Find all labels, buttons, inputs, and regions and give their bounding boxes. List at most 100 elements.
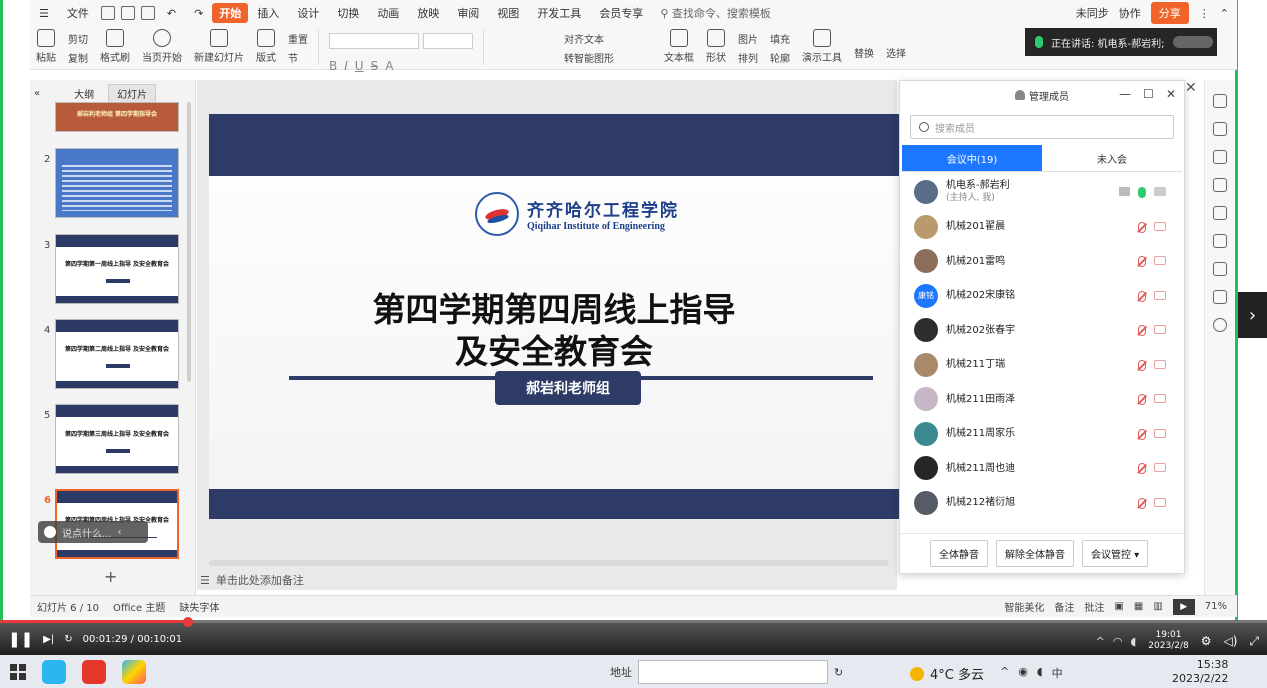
pin-icon[interactable]	[1212, 94, 1227, 108]
textbox-button[interactable]: 文本框	[658, 29, 700, 64]
collapse-panel-icon[interactable]: «	[34, 88, 40, 99]
bold-button[interactable]: B	[329, 59, 337, 73]
tab-animation[interactable]: 动画	[368, 5, 408, 21]
panel-scrollbar[interactable]	[187, 102, 191, 382]
sync-status[interactable]: 未同步	[1076, 5, 1109, 21]
camera-off-icon[interactable]	[1154, 394, 1166, 403]
location-icon[interactable]	[1212, 234, 1227, 248]
member-row[interactable]: 机械211周也迪	[900, 451, 1184, 486]
pause-icon[interactable]: ❚❚	[8, 630, 33, 648]
mic-muted-icon[interactable]	[1138, 359, 1146, 371]
camera-off-icon[interactable]	[1154, 463, 1166, 472]
camera-off-icon[interactable]	[1154, 256, 1166, 265]
tab-member[interactable]: 会员专享	[590, 5, 652, 21]
tab-view[interactable]: 视图	[488, 5, 528, 21]
minimize-icon[interactable]: —	[1119, 87, 1131, 101]
zoom-level[interactable]: 71%	[1205, 601, 1227, 612]
normal-view-icon[interactable]: ▣	[1114, 601, 1123, 612]
member-row[interactable]: 机电系-郝岩利 (主持人, 我)	[900, 175, 1184, 210]
unmute-all-button[interactable]: 解除全体静音	[996, 540, 1074, 567]
tab-in-meeting[interactable]: 会议中(19)	[902, 145, 1042, 172]
sorter-view-icon[interactable]: ▦	[1134, 601, 1143, 612]
mic-muted-icon[interactable]	[1138, 290, 1146, 302]
member-row[interactable]: 机械211周家乐	[900, 417, 1184, 452]
copy-button[interactable]: 复制	[68, 50, 88, 65]
current-slide[interactable]: 齐齐哈尔工程学院 Qiqihar Institute of Engineerin…	[209, 114, 899, 519]
volume-icon[interactable]: ◁)	[1223, 634, 1237, 648]
missing-font[interactable]: 缺失字体	[172, 599, 226, 614]
tab-home[interactable]: 开始	[212, 3, 249, 23]
format-painter-button[interactable]: 格式刷	[94, 29, 136, 64]
member-row[interactable]: 康铭 机械202宋康铭	[900, 279, 1184, 314]
horizontal-scrollbar[interactable]	[209, 560, 889, 566]
add-slide-button[interactable]: +	[104, 567, 117, 586]
mic-muted-icon[interactable]	[1138, 256, 1146, 267]
maximize-icon[interactable]: ☐	[1143, 87, 1154, 101]
paste-button[interactable]: 粘贴	[30, 29, 62, 64]
outline-button[interactable]: 轮廓	[770, 50, 790, 65]
share-button[interactable]: 分享	[1150, 2, 1189, 24]
fullscreen-icon[interactable]: ⤢	[1249, 634, 1259, 649]
camera-off-icon[interactable]	[1154, 497, 1166, 507]
theme-name[interactable]: Office 主题	[106, 599, 172, 614]
caret-up-icon[interactable]: ^	[1000, 665, 1009, 681]
file-menu[interactable]: 文件	[58, 5, 98, 21]
camera-off-icon[interactable]	[1154, 325, 1166, 334]
chevron-left-icon[interactable]: ‹	[118, 527, 122, 538]
chat-input[interactable]: 说点什么... ‹	[38, 521, 148, 543]
member-row[interactable]: 机械201翟晨	[900, 210, 1184, 245]
arrange-button[interactable]: 排列	[738, 50, 758, 65]
member-row[interactable]: 机械211丁瑞	[900, 348, 1184, 383]
input-method-icon[interactable]: 中	[1052, 665, 1063, 681]
select-button[interactable]: 选择	[886, 45, 906, 60]
reset-button[interactable]: 重置	[288, 31, 308, 46]
tab-review[interactable]: 审阅	[448, 5, 488, 21]
next-icon[interactable]: ▶|	[43, 634, 54, 645]
cube-icon[interactable]	[1212, 290, 1227, 304]
collab-button[interactable]: 协作	[1119, 5, 1141, 21]
tab-outline[interactable]: 大纲	[66, 85, 102, 102]
close-pane-icon[interactable]: ✕	[1185, 80, 1197, 96]
member-row[interactable]: 机械201雷鸣	[900, 244, 1184, 279]
fill-button[interactable]: 填充	[770, 31, 790, 46]
mic-muted-icon[interactable]	[1138, 325, 1146, 336]
next-page-arrow[interactable]: ›	[1238, 292, 1267, 338]
browser-icon[interactable]	[122, 659, 146, 684]
meeting-control-button[interactable]: 会议管控 ▾	[1082, 540, 1149, 567]
mic-muted-icon[interactable]	[1138, 394, 1146, 405]
font-name-select[interactable]	[329, 33, 419, 49]
refresh-icon[interactable]: ↻	[834, 666, 843, 679]
print-icon[interactable]	[120, 6, 135, 20]
preview-icon[interactable]	[140, 6, 155, 20]
member-row[interactable]: 机械202张春宇	[900, 313, 1184, 348]
new-slide-button[interactable]: 新建幻灯片	[188, 29, 250, 64]
mic-muted-icon[interactable]	[1138, 428, 1146, 440]
tab-developer[interactable]: 开发工具	[528, 5, 590, 21]
picture-button[interactable]: 图片	[738, 31, 758, 46]
section-button[interactable]: 节	[288, 50, 308, 65]
tab-insert[interactable]: 插入	[248, 5, 288, 21]
animation-icon[interactable]	[1212, 150, 1227, 164]
camera-off-icon[interactable]	[1154, 359, 1166, 369]
progress-handle[interactable]	[182, 617, 193, 627]
save-icon[interactable]	[100, 6, 115, 20]
layout-button[interactable]: 版式	[250, 29, 282, 64]
mic-on-icon[interactable]	[1138, 187, 1146, 198]
camera-off-icon[interactable]	[1154, 290, 1166, 300]
loop-icon[interactable]: ↻	[64, 634, 72, 645]
collapse-ribbon-icon[interactable]: ⌃	[1220, 7, 1229, 20]
font-color-button[interactable]: A	[385, 59, 393, 73]
command-search[interactable]: ⚲ 查找命令、搜索模板	[652, 5, 779, 21]
member-search-input[interactable]: 搜索成员	[910, 115, 1174, 139]
redo-icon[interactable]: ↷	[185, 7, 212, 20]
tab-slideshow[interactable]: 放映	[408, 5, 448, 21]
system-clock[interactable]: 15:38 2023/2/22	[1172, 658, 1228, 686]
transition-icon[interactable]	[1212, 178, 1227, 192]
tab-not-joined[interactable]: 未入会	[1042, 145, 1182, 172]
address-input[interactable]	[638, 660, 828, 684]
presenter-tools-button[interactable]: 演示工具	[796, 29, 848, 64]
notes-area[interactable]: ☰ 单击此处添加备注	[200, 572, 304, 588]
more-icon[interactable]: ⋮	[1199, 7, 1210, 20]
align-text-button[interactable]: 对齐文本	[564, 31, 652, 46]
settings-gear-icon[interactable]: ⚙	[1201, 634, 1212, 648]
